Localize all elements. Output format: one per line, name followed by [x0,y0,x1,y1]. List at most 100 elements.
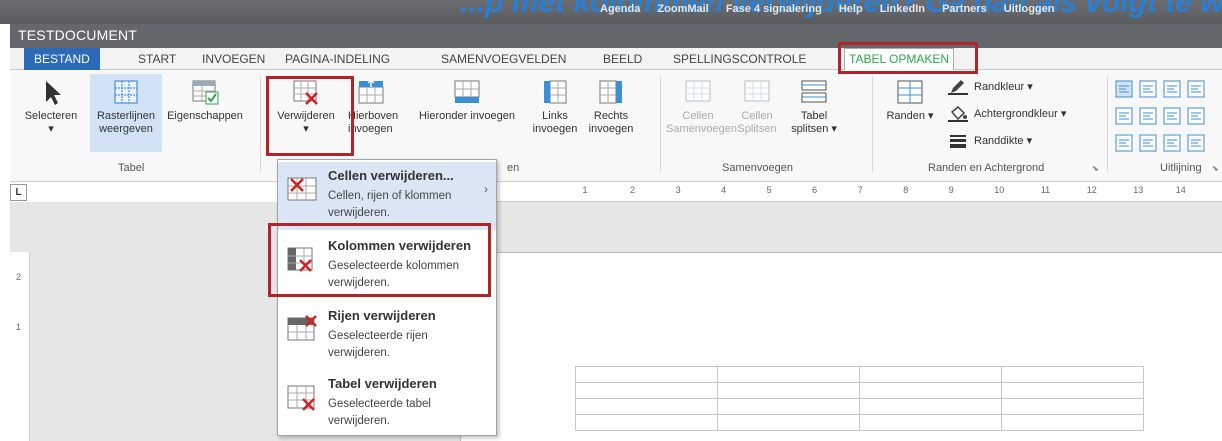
uitlijning-group-label: Uitlijning [1160,162,1202,174]
rasterlijnen-button[interactable]: Rasterlijnen weergeven [90,74,162,152]
eigenschappen-label: Eigenschappen [167,110,243,122]
top-link-linkedin[interactable]: LinkedIn [880,3,925,15]
cellen-splitsen-button[interactable]: Cellen Splitsen [732,78,782,136]
tab-spellingscontrole[interactable]: SPELLINGSCONTROLE [673,48,806,70]
ruler-mark: 6 [812,185,818,195]
tab-samenvoegvelden[interactable]: SAMENVOEGVELDEN [441,48,566,70]
menu-item-title: Kolommen verwijderen [328,238,472,253]
submenu-arrow-icon: › [484,182,488,196]
ruler-mark: 5 [766,185,772,195]
randen-achtergrond-group-label: Randen en Achtergrond [928,162,1045,174]
cellen-samenvoegen-button[interactable]: Cellen Samenvoegen [666,78,737,136]
ruler-mark: 1 [582,185,588,195]
line-weight-icon [950,135,966,148]
ribbon: Selecteren ▾ Rasterlijnen weergeven Eigens… [10,70,1222,182]
rechts-label-2: invoegen [588,123,634,135]
tabel-split-label-2: splitsen ▾ [791,123,837,135]
horizontal-ruler[interactable]: 1 2 3 4 5 6 7 8 9 10 11 12 13 14 [460,184,1222,202]
tab-invoegen[interactable]: INVOEGEN [202,48,265,70]
top-link-partners[interactable]: Partners [942,3,987,15]
menu-item-desc: Geselecteerde kolommen verwijderen. [328,260,460,289]
tab-start[interactable]: START [138,48,176,70]
top-link-help[interactable]: Help [839,3,863,15]
hierboven-label-2: invoegen [348,123,393,135]
delete-table-icon [293,80,318,105]
hieronder-label: Hieronder invoegen [418,110,515,122]
randdikte-label: Randdikte ▾ [974,134,1033,147]
cursor-arrow-icon [46,81,61,105]
insert-left-icon [544,80,567,104]
randkleur-label: Randkleur ▾ [974,80,1033,93]
ruler-mark: 4 [721,185,727,195]
delete-table-icon [287,385,315,411]
menu-item-desc: Geselecteerde tabel verwijderen. [328,398,431,427]
achtergrondkleur-button[interactable]: Achtergrondkleur ▾ [948,105,1066,122]
tabel-splitsen-button[interactable]: Tabel splitsen ▾ [786,78,842,136]
randdikte-button[interactable]: Randdikte ▾ [948,133,1032,149]
tab-pagina-indeling[interactable]: PAGINA-INDELING [285,48,390,70]
top-link-zoommail[interactable]: ZoomMail [657,3,708,15]
uitlijning-launcher-icon[interactable]: ⬊ [1212,164,1219,173]
tab-beeld[interactable]: BEELD [603,48,642,70]
eigenschappen-button[interactable]: Eigenschappen [165,78,245,123]
ruler-mark: 10 [994,185,1005,195]
links-label-1: Links [542,110,568,122]
table-properties-icon [192,80,219,105]
ruler-mark: 3 [675,185,681,195]
dialog-launcher-icon[interactable]: ⬊ [1092,164,1099,173]
randen-label: Randen ▾ [886,110,934,122]
tab-stop-selector[interactable]: L [10,184,27,201]
top-links: Agenda ZoomMail Fase 4 signalering Help … [600,3,1068,17]
tabel-group-label: Tabel [118,162,145,174]
insert-above-icon [358,78,384,104]
cellen-split-label-2: Splitsen [737,123,777,135]
ruler-mark: 2 [630,185,636,195]
links-invoegen-button[interactable]: Links invoegen [530,78,580,136]
top-link-signalering[interactable]: Fase 4 signalering [726,3,822,15]
verwijderen-button[interactable]: Verwijderen ▾ [268,78,344,136]
alignment-buttons-icon [1115,80,1205,152]
top-link-uitloggen[interactable]: Uitloggen [1004,3,1055,15]
ruler-mark: 14 [1175,185,1186,195]
rechts-label-1: Rechts [593,110,629,122]
top-link-agenda[interactable]: Agenda [600,3,640,15]
insert-right-icon [599,80,622,104]
insert-below-icon [454,80,480,103]
tab-tabel-opmaken[interactable]: TABEL OPMAKEN [844,48,955,71]
paint-bucket-icon [948,105,968,122]
ruler-mark: 11 [1040,185,1051,195]
rasterlijnen-label-2: weergeven [99,123,153,135]
menu-item-desc: Cellen, rijen of klommen verwijderen. [328,190,452,219]
rasterlijnen-label-1: Rasterlijnen [96,110,156,122]
ruler-mark: 1 [16,322,22,332]
merge-cells-icon [685,80,711,102]
menu-item-tabel-verwijderen[interactable]: Tabel verwijderen Geselecteerde tabel ve… [278,370,496,438]
ruler-mark: 8 [903,185,909,195]
alignment-grid [1115,78,1222,158]
rijen-kolommen-group-label: en [507,162,520,174]
document-table[interactable] [575,366,1144,431]
window-title: TESTDOCUMENT [10,24,1222,48]
cellen-samen-label-2: Samenvoegen [666,123,737,135]
hieronder-invoegen-button[interactable]: Hieronder invoegen [412,78,522,123]
ruler-mark: 7 [857,185,863,195]
randkleur-button[interactable]: Randkleur ▾ [948,79,1033,95]
top-strip: ...p met kolommen verwijderen? Ga dan al… [0,0,1222,24]
cellen-samen-label-1: Cellen [682,110,714,122]
ribbon-tabs: BESTAND START INVOEGEN PAGINA-INDELING S… [10,48,1222,71]
tab-bestand[interactable]: BESTAND [24,48,100,70]
menu-item-kolommen-verwijderen[interactable]: Kolommen verwijderen Geselecteerde kolom… [278,232,496,300]
split-cells-icon [744,80,770,102]
selecteren-button[interactable]: Selecteren ▾ [16,78,86,136]
tabel-split-label-1: Tabel [800,110,828,122]
hierboven-invoegen-button[interactable]: Hierboven invoegen [348,78,408,136]
delete-columns-icon [287,247,313,272]
randen-button[interactable]: Randen ▾ [880,78,940,123]
menu-item-rijen-verwijderen[interactable]: Rijen verwijderen Geselecteerde rijen ve… [278,302,496,370]
split-table-icon [801,80,827,103]
vertical-ruler[interactable]: 2 1 [10,252,30,441]
ruler-mark: 12 [1086,185,1097,195]
rechts-invoegen-button[interactable]: Rechts invoegen [584,78,638,136]
delete-rows-icon [287,315,317,341]
menu-item-cellen-verwijderen[interactable]: Cellen verwijderen... Cellen, rijen of k… [278,162,496,230]
